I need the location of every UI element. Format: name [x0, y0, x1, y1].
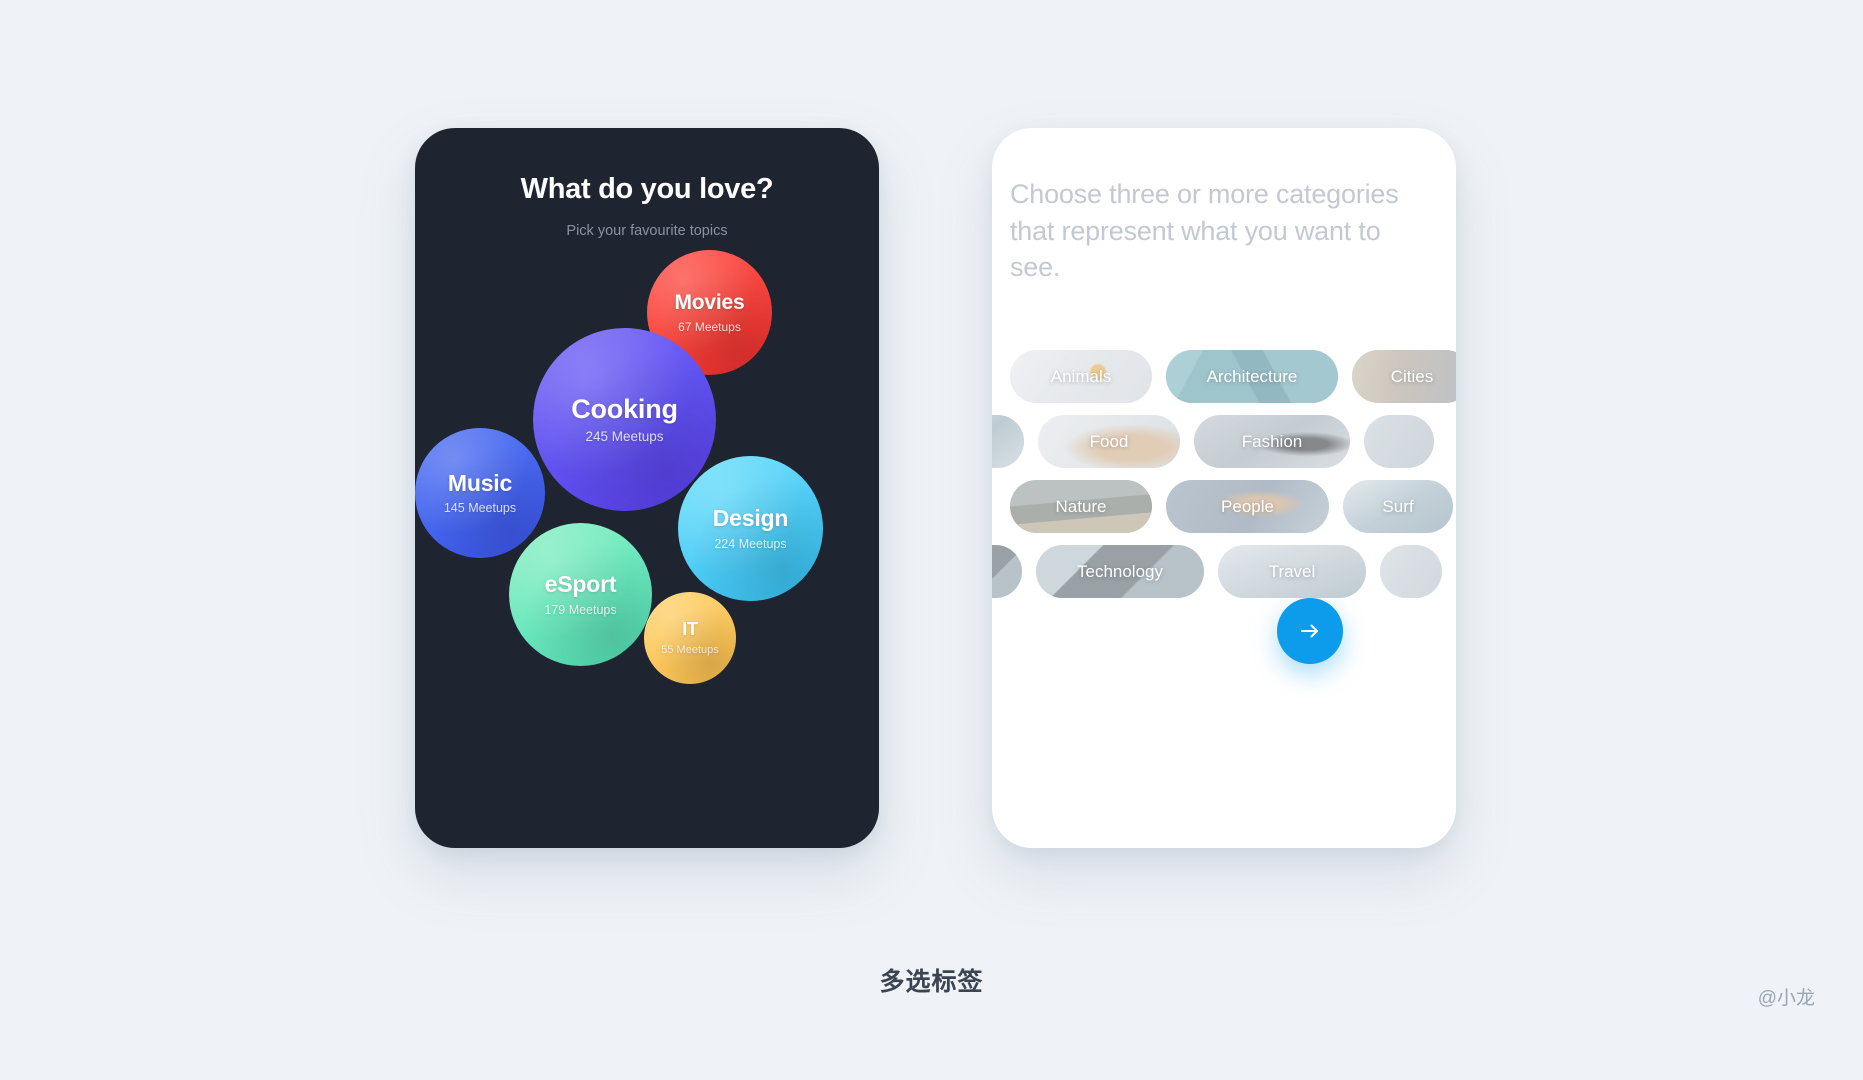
chip-label: Animals — [1050, 366, 1112, 386]
topic-bubble-cluster: Movies 67 Meetups Cooking 245 Meetups Mu… — [415, 128, 879, 848]
bubble-meetups: 179 Meetups — [544, 602, 617, 617]
category-chip-partial[interactable] — [1380, 545, 1442, 598]
chip-label: Fashion — [1241, 431, 1303, 451]
chip-row: Technology Travel — [992, 545, 1456, 598]
chip-label: Food — [1089, 431, 1129, 451]
bubble-label: IT — [682, 618, 698, 639]
bubble-meetups: 224 Meetups — [714, 536, 787, 551]
chip-label: People — [1221, 496, 1274, 516]
arrow-right-icon — [1301, 624, 1318, 638]
chip-label: Architecture — [1206, 366, 1298, 386]
topic-bubble-esport[interactable]: eSport 179 Meetups — [509, 523, 652, 666]
topic-bubble-it[interactable]: IT 55 Meetups — [644, 592, 736, 684]
page-canvas: What do you love? Pick your favourite to… — [0, 0, 1863, 1080]
category-chip-list: Animals Architecture Cities Food Fashion Natu… — [992, 350, 1456, 610]
dark-phone-card: What do you love? Pick your favourite to… — [415, 128, 879, 848]
chip-label: Cities — [1390, 366, 1434, 386]
bubble-label: Design — [712, 505, 789, 532]
category-chip-surf[interactable]: Surf — [1343, 480, 1453, 533]
topic-bubble-music[interactable]: Music 145 Meetups — [415, 428, 545, 558]
light-phone-card: Choose three or more categories that rep… — [992, 128, 1456, 848]
chip-label: Nature — [1055, 496, 1107, 516]
category-chip-technology[interactable]: Technology — [1036, 545, 1204, 598]
bubble-label: Music — [447, 469, 513, 496]
chip-label: Travel — [1268, 561, 1316, 581]
chip-overlay — [1380, 545, 1442, 598]
bubble-meetups: 55 Meetups — [661, 644, 719, 657]
bubble-meetups: 245 Meetups — [585, 429, 664, 445]
chip-label: Surf — [1382, 496, 1414, 516]
chip-row: Animals Architecture Cities — [992, 350, 1456, 403]
category-chip-travel[interactable]: Travel — [1218, 545, 1366, 598]
category-chip-fashion[interactable]: Fashion — [1194, 415, 1350, 468]
category-chip-partial[interactable] — [1364, 415, 1434, 468]
category-chip-partial[interactable] — [992, 415, 1024, 468]
category-chip-animals[interactable]: Animals — [1010, 350, 1152, 403]
category-instructions: Choose three or more categories that rep… — [1010, 179, 1399, 283]
category-chip-architecture[interactable]: Architecture — [1166, 350, 1338, 403]
bubble-label: Movies — [674, 291, 745, 315]
next-button[interactable] — [1277, 598, 1343, 664]
bubble-label: eSport — [544, 571, 617, 598]
author-watermark: @小龙 — [1757, 988, 1815, 1009]
category-chip-nature[interactable]: Nature — [1010, 480, 1152, 533]
category-chip-people[interactable]: People — [1166, 480, 1329, 533]
chip-overlay — [992, 415, 1024, 468]
bubble-label: Cooking — [571, 393, 678, 424]
category-chip-food[interactable]: Food — [1038, 415, 1180, 468]
topic-bubble-design[interactable]: Design 224 Meetups — [678, 456, 823, 601]
chip-row: Nature People Surf — [992, 480, 1456, 533]
page-caption: 多选标签 — [879, 968, 984, 996]
chip-overlay — [1364, 415, 1434, 468]
category-chip-cities[interactable]: Cities — [1352, 350, 1456, 403]
bubble-meetups: 67 Meetups — [678, 319, 741, 334]
chip-overlay — [992, 545, 1022, 598]
topic-bubble-cooking[interactable]: Cooking 245 Meetups — [533, 328, 716, 511]
bubble-meetups: 145 Meetups — [443, 501, 517, 516]
chip-row: Food Fashion — [992, 415, 1456, 468]
chip-label: Technology — [1076, 561, 1163, 581]
category-chip-partial[interactable] — [992, 545, 1022, 598]
